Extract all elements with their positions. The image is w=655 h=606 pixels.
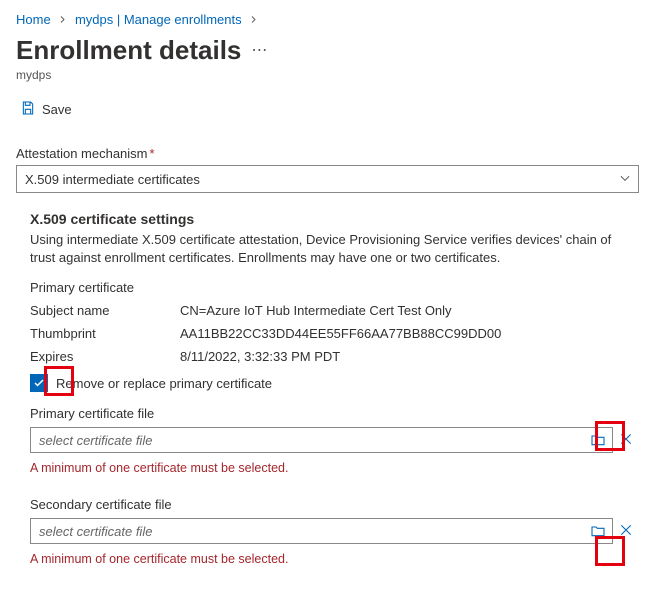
row-thumbprint: Thumbprint AA11BB22CC33DD44EE55FF66AA77B… (30, 326, 639, 341)
primary-file-placeholder: select certificate file (39, 433, 152, 448)
row-subject: Subject name CN=Azure IoT Hub Intermedia… (30, 303, 639, 318)
attestation-label: Attestation mechanism* (16, 146, 639, 161)
primary-file-clear[interactable] (613, 431, 639, 450)
page-subtitle: mydps (16, 68, 639, 82)
remove-replace-checkbox[interactable] (30, 374, 48, 392)
chevron-right-icon (249, 12, 258, 27)
save-label: Save (42, 102, 72, 117)
secondary-file-placeholder: select certificate file (39, 524, 152, 539)
x509-description: Using intermediate X.509 certificate att… (30, 231, 639, 266)
primary-file-label: Primary certificate file (30, 406, 639, 421)
thumbprint-key: Thumbprint (30, 326, 180, 341)
attestation-value: X.509 intermediate certificates (25, 172, 200, 187)
primary-file-error: A minimum of one certificate must be sel… (30, 461, 639, 475)
secondary-file-input[interactable]: select certificate file (30, 518, 613, 544)
secondary-file-label: Secondary certificate file (30, 497, 639, 512)
expires-value: 8/11/2022, 3:32:33 PM PDT (180, 349, 639, 364)
check-icon (33, 377, 45, 389)
folder-icon[interactable] (590, 432, 606, 451)
remove-replace-label: Remove or replace primary certificate (56, 376, 272, 391)
chevron-down-icon (618, 171, 632, 188)
more-icon[interactable]: ⋯ (251, 40, 267, 60)
attestation-dropdown[interactable]: X.509 intermediate certificates (16, 165, 639, 193)
secondary-file-clear[interactable] (613, 522, 639, 541)
folder-icon[interactable] (590, 523, 606, 542)
expires-key: Expires (30, 349, 180, 364)
breadcrumb: Home mydps | Manage enrollments (16, 12, 639, 27)
primary-cert-label: Primary certificate (30, 280, 639, 295)
breadcrumb-home[interactable]: Home (16, 12, 51, 27)
thumbprint-value: AA11BB22CC33DD44EE55FF66AA77BB88CC99DD00 (180, 326, 639, 341)
save-icon (20, 100, 36, 119)
subject-key: Subject name (30, 303, 180, 318)
row-expires: Expires 8/11/2022, 3:32:33 PM PDT (30, 349, 639, 364)
x509-heading: X.509 certificate settings (30, 211, 639, 227)
save-button[interactable]: Save (16, 98, 76, 121)
close-icon (618, 522, 634, 538)
close-icon (618, 431, 634, 447)
breadcrumb-manage-enrollments[interactable]: mydps | Manage enrollments (75, 12, 242, 27)
primary-file-input[interactable]: select certificate file (30, 427, 613, 453)
page-title: Enrollment details (16, 35, 241, 66)
subject-value: CN=Azure IoT Hub Intermediate Cert Test … (180, 303, 639, 318)
chevron-right-icon (58, 12, 67, 27)
secondary-file-error: A minimum of one certificate must be sel… (30, 552, 639, 566)
toolbar: Save (16, 92, 639, 128)
